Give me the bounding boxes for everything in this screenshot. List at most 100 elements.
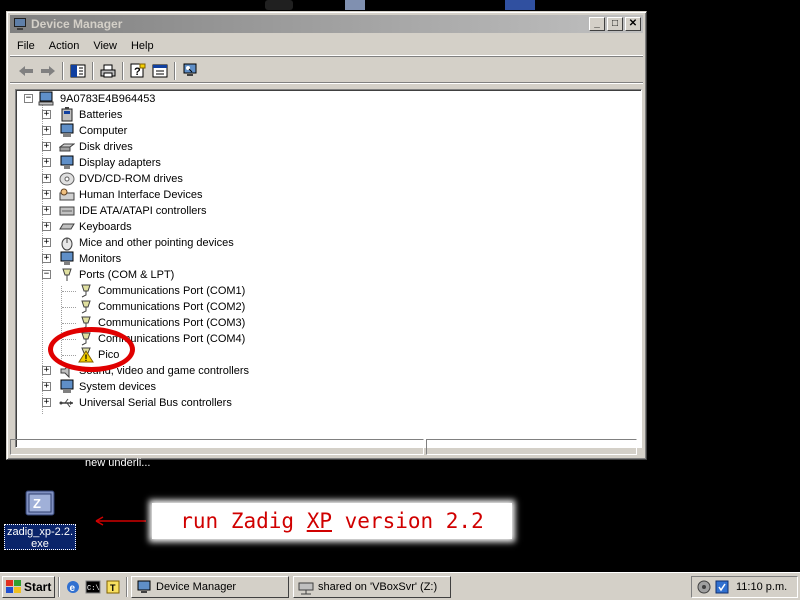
zadig-file-label[interactable]: zadig_xp-2.2. exe [4,524,76,550]
expander[interactable]: + [42,126,51,135]
taskbar: Start e C:\ T Device Manager shared on '… [0,572,800,600]
maximize-button[interactable]: □ [607,17,623,31]
windows-logo-icon [6,580,21,593]
notepad-icon: T [106,580,120,593]
quicklaunch-cmd[interactable]: C:\ [83,577,103,597]
annotation-text: run Zadig XP version 2.2 [180,509,484,533]
print-button[interactable] [97,61,119,81]
computer-icon [38,91,54,106]
expander[interactable]: + [42,398,51,407]
tree-item-label[interactable]: Mice and other pointing devices [79,235,234,251]
menu-file[interactable]: File [10,40,42,52]
task-label: shared on 'VBoxSvr' (Z:) [318,580,438,593]
expander[interactable]: − [42,270,51,279]
expander[interactable]: + [42,174,51,183]
toolbar-separator [122,61,124,80]
network-drive-icon [298,582,314,594]
tree-item-label[interactable]: IDE ATA/ATAPI controllers [79,203,207,219]
tree-pane-icon [70,64,86,77]
expander[interactable]: + [42,142,51,151]
scan-hardware-button[interactable] [179,61,201,81]
expander[interactable]: + [42,206,51,215]
task-label: Device Manager [156,580,237,593]
battery-icon [61,107,73,122]
zadig-app-icon[interactable]: Z [24,489,56,517]
tree-item-label[interactable]: Display adapters [79,155,161,171]
tree-item-label[interactable]: Human Interface Devices [79,187,203,203]
tree-root-label[interactable]: 9A0783E4B964453 [60,91,155,107]
menu-action[interactable]: Action [42,40,87,52]
tree-guide-line [62,291,76,292]
start-button[interactable]: Start [2,575,55,598]
device-tree[interactable]: − 9A0783E4B964453 + Batteries + Computer… [15,89,642,448]
forward-button[interactable] [37,61,59,81]
tree-item-label[interactable]: System devices [79,379,156,395]
menu-view[interactable]: View [86,40,124,52]
tree-item-label[interactable]: Batteries [79,107,122,123]
menu-help[interactable]: Help [124,40,161,52]
expander[interactable]: + [42,254,51,263]
svg-text:C:\: C:\ [87,585,100,593]
serial-port-icon [81,300,91,314]
tree-item-label[interactable]: Monitors [79,251,121,267]
svg-text:T: T [110,583,116,593]
expander[interactable]: + [42,222,51,231]
tree-item-label[interactable]: Disk drives [79,139,133,155]
show-hide-tree-button[interactable] [67,61,89,81]
taskbar-separator [126,576,128,597]
tree-item-label[interactable]: DVD/CD-ROM drives [79,171,183,187]
device-manager-window: Device Manager _ □ ✕ File Action View He… [6,11,647,460]
start-label: Start [24,579,52,594]
status-bar [10,439,643,457]
task-shared-folder[interactable]: shared on 'VBoxSvr' (Z:) [293,575,451,598]
status-pane [10,439,424,455]
tree-item-label[interactable]: Communications Port (COM1) [98,283,245,299]
minimize-button[interactable]: _ [589,17,605,31]
expander[interactable]: + [42,366,51,375]
arrow-left-icon [19,65,33,76]
desktop-icon-partial[interactable] [265,0,293,10]
system-tray: 11:10 p.m. [691,576,798,598]
properties-icon [152,64,168,77]
desktop-icon-label[interactable]: new underli... [85,457,150,469]
tray-update-icon[interactable] [714,579,730,595]
tray-volume-icon[interactable] [696,579,712,595]
clock[interactable]: 11:10 p.m. [736,581,787,593]
disk-drive-icon [59,143,75,152]
quicklaunch-app[interactable]: T [103,577,123,597]
desktop-icon-partial[interactable] [345,0,365,10]
title-bar[interactable]: Device Manager _ □ ✕ [10,15,643,33]
close-button[interactable]: ✕ [625,17,641,31]
help-button[interactable]: ? [127,61,149,81]
expander[interactable]: + [42,382,51,391]
tree-item-label[interactable]: Universal Serial Bus controllers [79,395,232,411]
computer-icon [60,123,74,137]
command-prompt-icon: C:\ [85,580,101,593]
expander[interactable]: + [42,110,51,119]
properties-button[interactable] [149,61,171,81]
expander[interactable]: − [24,94,33,103]
back-button[interactable] [15,61,37,81]
expander[interactable]: + [42,190,51,199]
ide-controller-icon [59,206,75,216]
expander[interactable]: + [42,238,51,247]
system-devices-icon [60,379,74,393]
expander[interactable]: + [42,158,51,167]
toolbar-separator [174,61,176,80]
tree-item-label[interactable]: Keyboards [79,219,132,235]
tree-item-label[interactable]: Computer [79,123,127,139]
tree-item-label[interactable]: Communications Port (COM2) [98,299,245,315]
port-icon [62,268,72,281]
display-adapter-icon [60,155,74,169]
task-device-manager[interactable]: Device Manager [131,575,289,598]
internet-explorer-icon: e [67,580,79,594]
tree-item-label[interactable]: Communications Port (COM3) [98,315,245,331]
quicklaunch-ie[interactable]: e [63,577,83,597]
mouse-icon [61,237,73,251]
annotation-arrow-icon [95,516,146,526]
computer-icon [13,17,27,31]
toolbar-separator [92,61,94,80]
tree-item-label[interactable]: Ports (COM & LPT) [79,267,174,283]
tree-guide-line [62,323,76,324]
desktop-icon-partial[interactable] [505,0,535,10]
